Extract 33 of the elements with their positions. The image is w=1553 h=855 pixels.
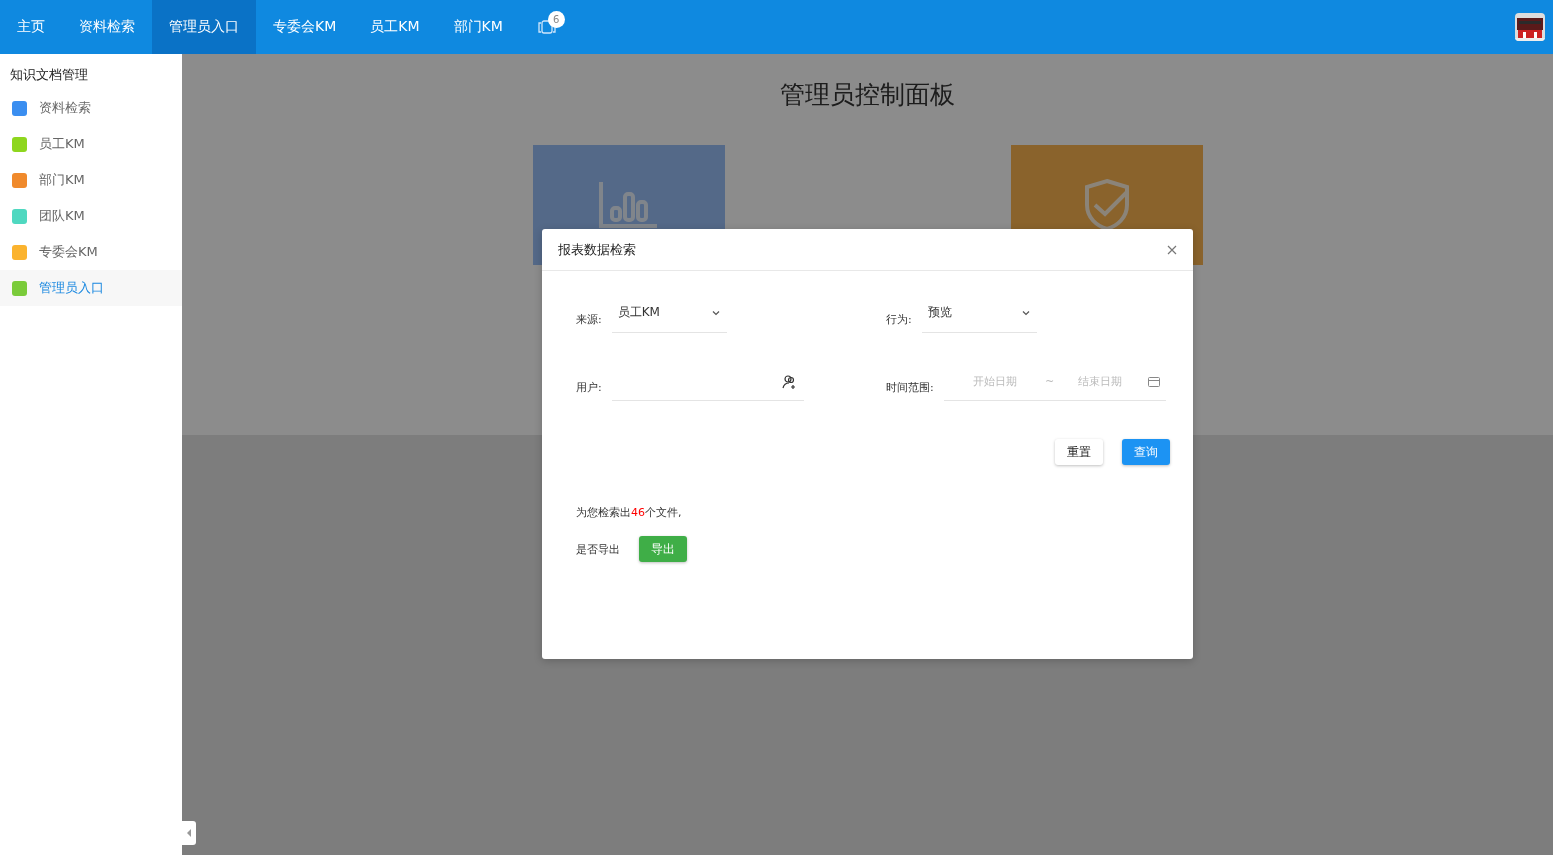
nav-tab[interactable]: 资料检索 bbox=[62, 0, 152, 54]
field-label: 来源: bbox=[576, 312, 602, 328]
nav-tab[interactable]: 部门KM bbox=[436, 0, 520, 54]
notification-badge: 6 bbox=[547, 11, 565, 28]
result-text: 为您检索出46个文件, bbox=[575, 505, 683, 520]
nav-tab[interactable]: 主页 bbox=[0, 0, 62, 54]
reset-button[interactable]: 重置 bbox=[1055, 439, 1103, 465]
sidebar-label: 团队KM bbox=[39, 207, 85, 225]
field-label: 时间范围: bbox=[886, 380, 934, 396]
field-label: 行为: bbox=[886, 312, 912, 328]
sidebar-title: 知识文档管理 bbox=[9, 66, 89, 84]
export-label: 是否导出 bbox=[576, 541, 620, 557]
sidebar-label: 部门KM bbox=[39, 171, 85, 189]
nav-tab[interactable]: 管理员入口 bbox=[152, 0, 256, 54]
sidebar-label: 专委会KM bbox=[39, 243, 98, 261]
sidebar-item[interactable]: 管理员入口 bbox=[0, 270, 182, 306]
nav-tab[interactable]: 员工KM bbox=[353, 0, 437, 54]
dashboard-title: 管理员控制面板 bbox=[780, 79, 955, 111]
sidebar-item[interactable]: 专委会KM bbox=[0, 234, 182, 270]
sidebar-label: 管理员入口 bbox=[39, 279, 104, 297]
sidebar-item[interactable]: 员工KM bbox=[0, 126, 182, 162]
sidebar-item[interactable]: 部门KM bbox=[0, 162, 182, 198]
sidebar-label: 员工KM bbox=[39, 135, 85, 153]
nav-tab[interactable]: 专委会KM bbox=[256, 0, 354, 54]
field-label: 用户: bbox=[576, 380, 602, 396]
dialog-title: 报表数据检索 bbox=[558, 240, 636, 259]
query-button[interactable]: 查询 bbox=[1122, 439, 1170, 465]
sidebar-label: 资料检索 bbox=[39, 99, 91, 117]
sidebar-item[interactable]: 团队KM bbox=[0, 198, 182, 234]
action-select[interactable]: 预览 bbox=[921, 301, 1037, 333]
sidebar-item[interactable]: 资料检索 bbox=[0, 90, 182, 126]
export-button[interactable]: 导出 bbox=[639, 536, 687, 562]
source-select[interactable]: 员工KM bbox=[611, 301, 727, 333]
